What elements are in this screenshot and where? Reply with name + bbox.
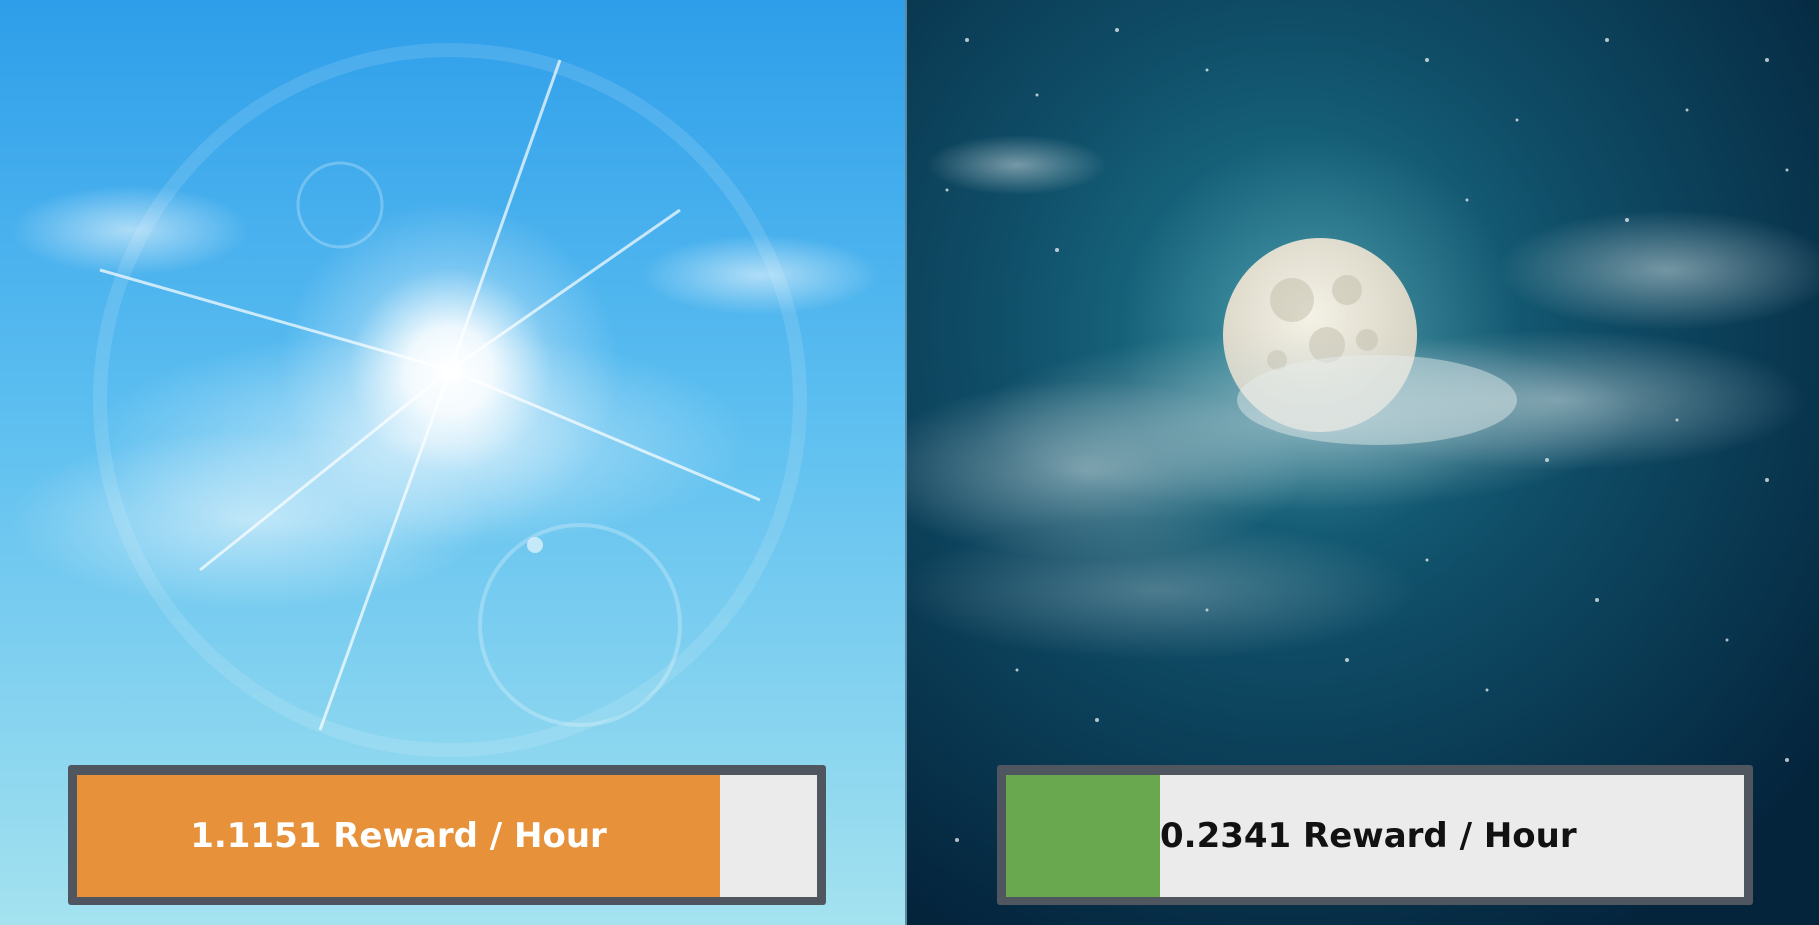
- night-reward-rate-label: 0.2341 Reward / Hour: [1160, 816, 1577, 856]
- night-panel: 0.2341 Reward / Hour: [907, 0, 1819, 925]
- night-reward-bar-fill: [1006, 775, 1161, 897]
- sun-icon: [280, 200, 620, 540]
- day-panel: 1.1151 Reward / Hour: [0, 0, 905, 925]
- night-reward-bar-track: 0.2341 Reward / Hour: [1006, 775, 1744, 897]
- day-reward-rate-label: 1.1151 Reward / Hour: [190, 816, 607, 856]
- day-reward-bar: 1.1151 Reward / Hour: [68, 765, 826, 905]
- day-reward-bar-track: 1.1151 Reward / Hour: [77, 775, 817, 897]
- night-reward-bar: 0.2341 Reward / Hour: [997, 765, 1753, 905]
